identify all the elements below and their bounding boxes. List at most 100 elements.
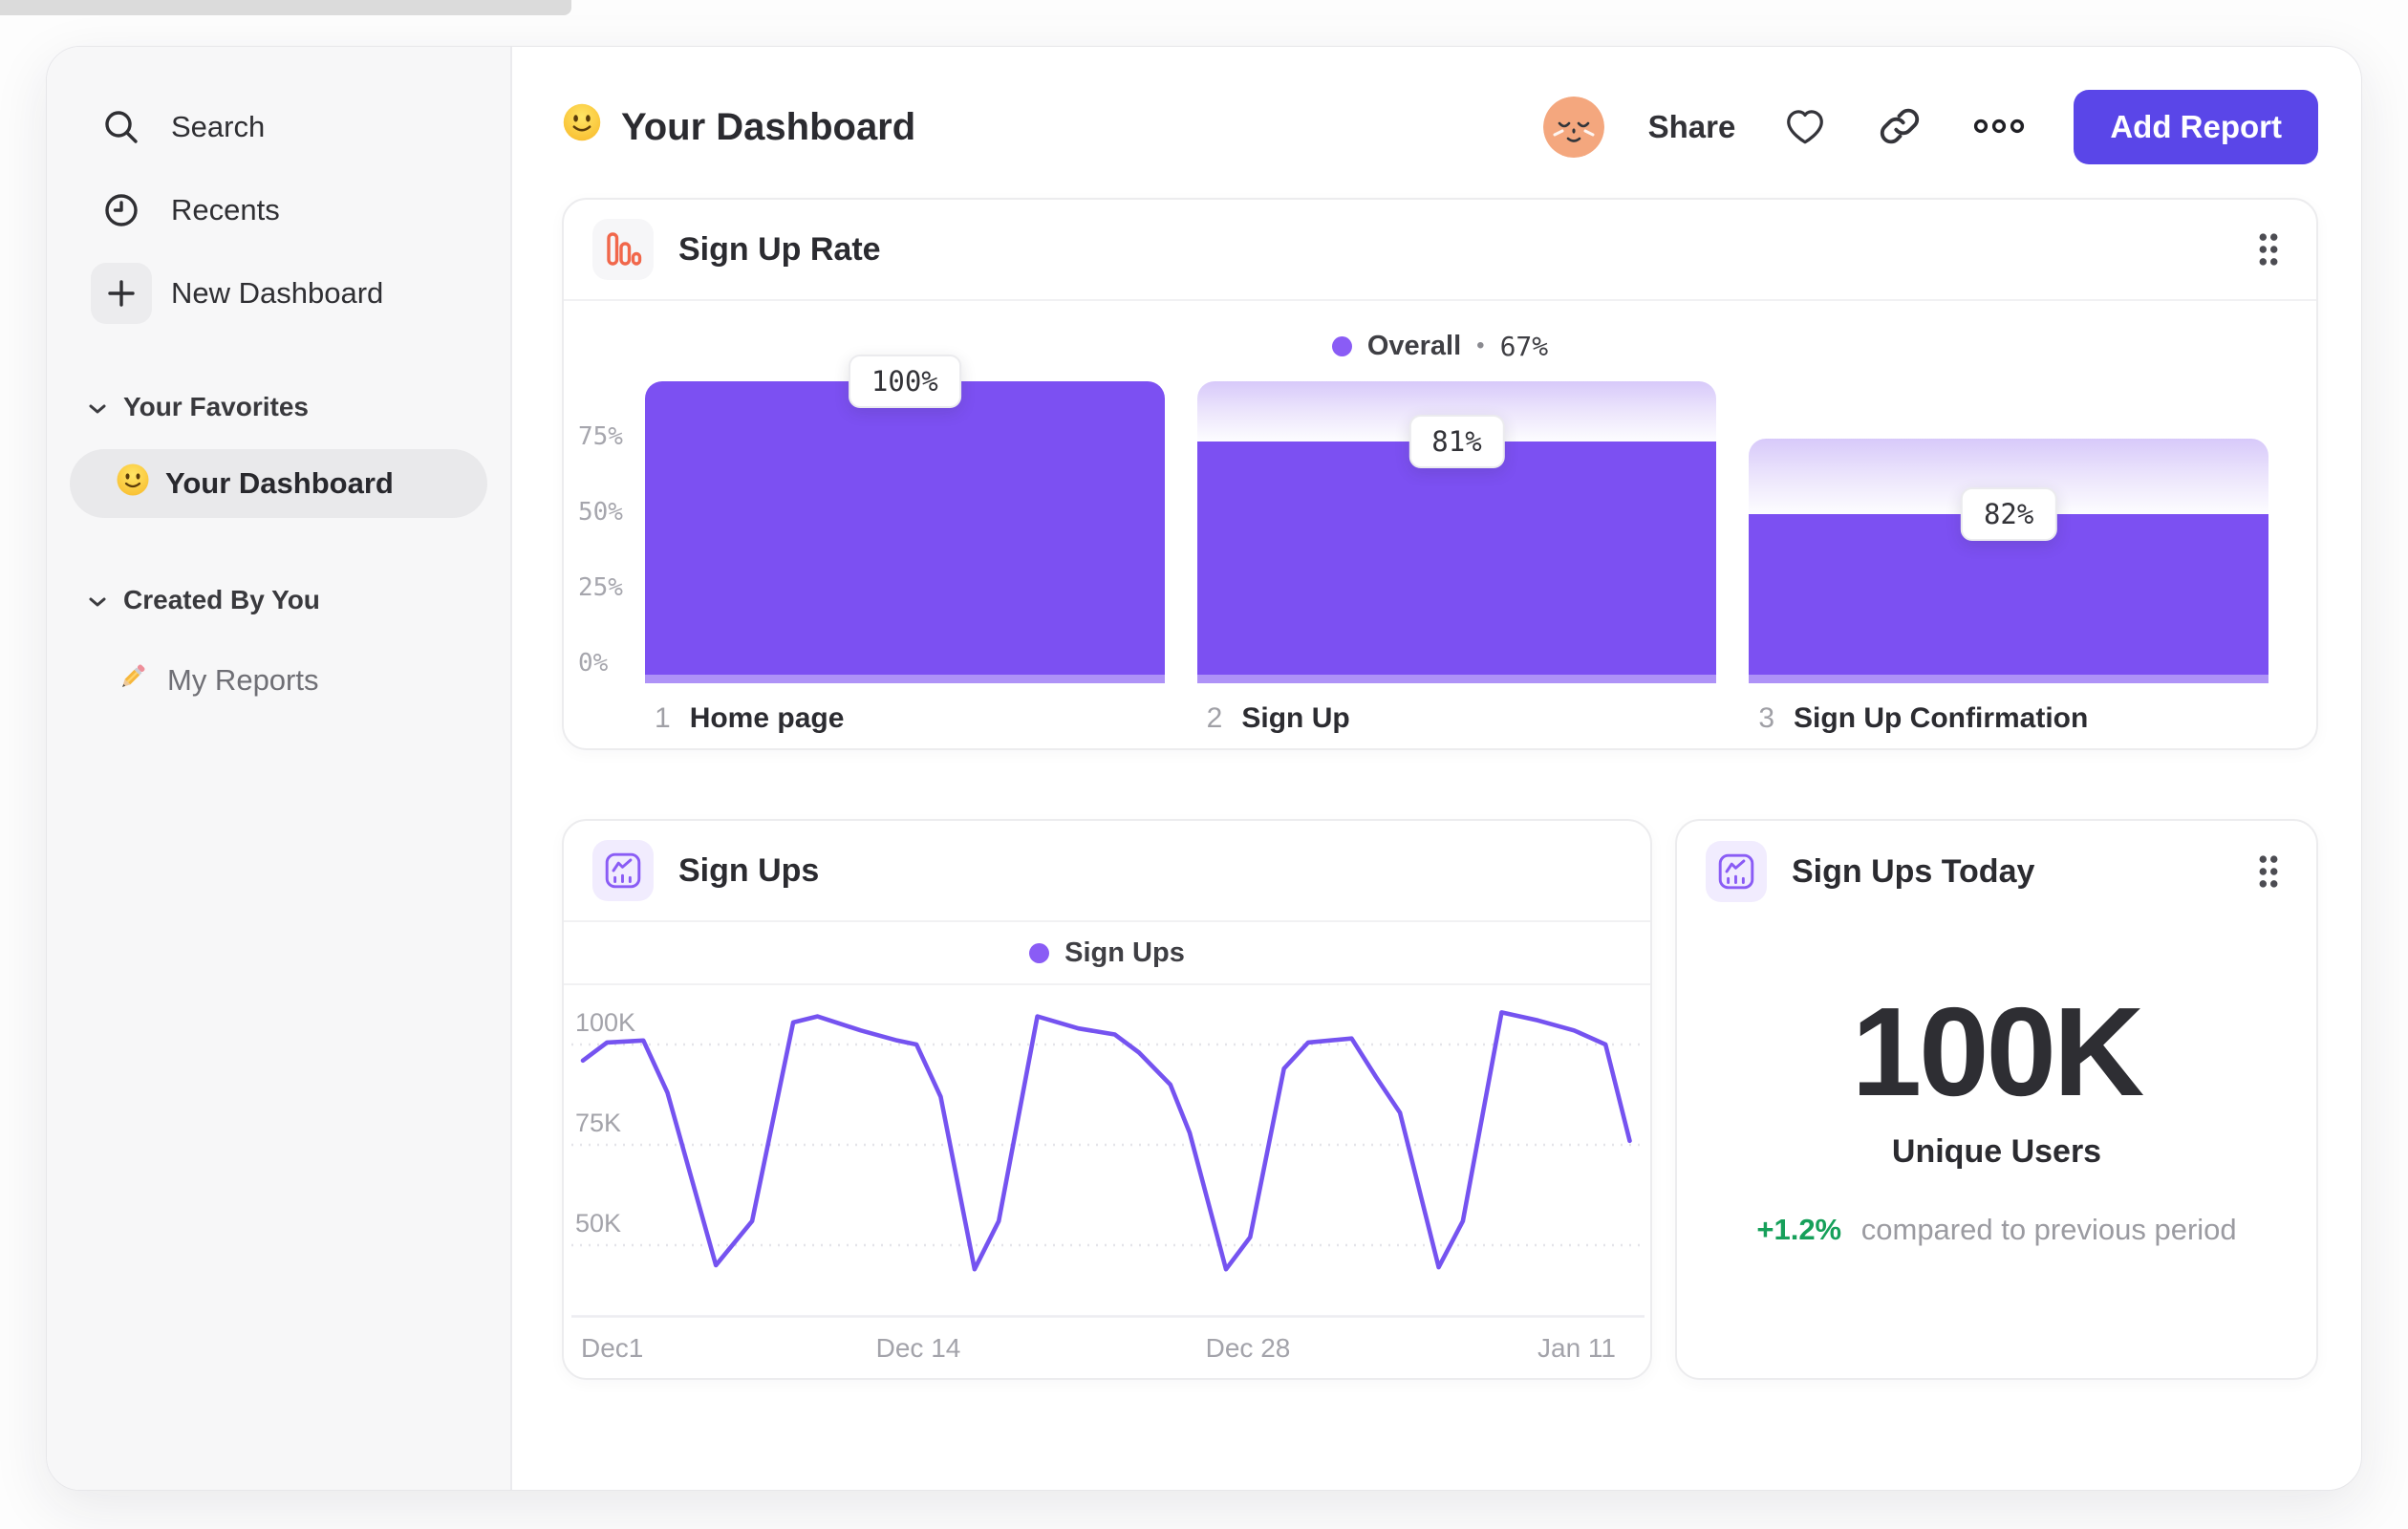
- more-options-button[interactable]: [1968, 114, 2030, 141]
- y-axis-tick: 50%: [578, 498, 623, 527]
- line-chart-icon: [592, 840, 654, 901]
- search-icon: [91, 97, 152, 158]
- legend-value: 67%: [1499, 330, 1549, 362]
- funnel-step-labels: 1 Home page 2 Sign Up 3 Sign Up Confirma…: [645, 702, 2268, 735]
- legend-dot: [1029, 942, 1050, 963]
- clock-icon: [91, 180, 152, 241]
- x-axis-tick: Dec 28: [1205, 1333, 1291, 1363]
- card-sign-ups-today: Sign Ups Today 100K Unique Users +1.2% c…: [1675, 819, 2318, 1380]
- report-title[interactable]: Sign Up Rate: [678, 231, 881, 269]
- plus-icon: [91, 262, 152, 324]
- ellipsis-icon: [1972, 118, 2026, 138]
- delta-note: compared to previous period: [1860, 1213, 2237, 1246]
- add-report-button[interactable]: Add Report: [2074, 90, 2318, 164]
- line-legend[interactable]: Sign Ups: [564, 922, 1650, 985]
- conversion-chip: 82%: [1960, 487, 2057, 542]
- step-name: Sign Up: [1241, 702, 1350, 734]
- signups-line-path: [580, 1010, 1632, 1272]
- chevron-down-icon: [87, 585, 108, 615]
- y-axis-tick: 100K: [575, 1008, 636, 1037]
- sidebar-item-label: Your Dashboard: [165, 466, 394, 500]
- funnel-plot-area: 75% 50% 25% 0% 100% 81% 82%: [578, 355, 2269, 683]
- copy-link-button[interactable]: [1875, 101, 1924, 154]
- line-plot-area: 100K 75K 50K: [571, 985, 1645, 1318]
- main-content: Your Dashboard Share Add Report Sign Up …: [512, 47, 2361, 1490]
- sidebar-item-recents[interactable]: Recents: [47, 168, 510, 251]
- x-axis-tick: Dec1: [581, 1333, 644, 1363]
- app-window: Search Recents New Dashboard Your Favori…: [46, 46, 2362, 1491]
- section-label: Created By You: [123, 585, 320, 614]
- sidebar-item-your-dashboard[interactable]: Your Dashboard: [70, 449, 487, 518]
- funnel-bar: [1749, 439, 2269, 683]
- sidebar-item-label: My Reports: [167, 663, 319, 697]
- heart-icon: [1783, 105, 1827, 150]
- page-title-text: Your Dashboard: [621, 105, 916, 148]
- y-axis-tick: 75%: [578, 422, 623, 451]
- header-actions: Share Add Report: [1542, 90, 2318, 164]
- avatar[interactable]: [1542, 97, 1604, 158]
- delta-value: +1.2%: [1756, 1213, 1842, 1246]
- metric-delta: +1.2% compared to previous period: [1677, 1213, 2316, 1247]
- funnel-bar-home-page[interactable]: 100%: [645, 355, 1165, 683]
- line-chart-icon: [1706, 841, 1767, 902]
- funnel-legend[interactable]: Overall • 67%: [564, 326, 2316, 366]
- funnel-bar-sign-up-confirmation[interactable]: 82%: [1749, 381, 2269, 683]
- funnel-chart-icon: [592, 219, 654, 280]
- share-button[interactable]: Share: [1648, 109, 1736, 145]
- section-label: Your Favorites: [123, 392, 309, 421]
- step-index: 2: [1206, 702, 1223, 734]
- link-icon: [1879, 105, 1921, 150]
- x-axis-tick: Dec 14: [875, 1333, 961, 1363]
- step-label: 1 Home page: [645, 702, 1165, 735]
- drag-handle-icon[interactable]: [2249, 225, 2288, 274]
- sidebar-item-new-dashboard[interactable]: New Dashboard: [47, 251, 510, 334]
- funnel-bar-solid: [645, 381, 1165, 683]
- sidebar-item-label: Search: [171, 109, 266, 143]
- card-header: Sign Ups Today: [1677, 821, 2316, 922]
- card-sign-up-rate: Sign Up Rate Overall • 67% 75% 50% 25% 0…: [562, 198, 2318, 750]
- favorite-button[interactable]: [1779, 101, 1831, 154]
- x-axis: Dec1 Dec 14 Dec 28 Jan 11: [571, 1318, 1643, 1373]
- chevron-down-icon: [87, 392, 108, 422]
- funnel-bar-sign-up[interactable]: 81%: [1196, 381, 1717, 683]
- metric-body: 100K Unique Users +1.2% compared to prev…: [1677, 980, 2316, 1247]
- legend-separator: •: [1476, 333, 1485, 358]
- dashboard-header: Your Dashboard Share Add Report: [562, 89, 2318, 165]
- cards-row: Sign Ups Sign Ups 100K 75K 50K Dec1 Dec …: [562, 819, 2318, 1380]
- card-header: Sign Up Rate: [564, 200, 2316, 301]
- legend-label: Sign Ups: [1064, 937, 1185, 968]
- metric-unit: Unique Users: [1891, 1133, 2102, 1170]
- step-index: 3: [1758, 702, 1775, 734]
- pencil-emoji-icon: [116, 659, 150, 701]
- page-title: Your Dashboard: [562, 102, 915, 152]
- sidebar-section-created-by-you[interactable]: Created By You: [47, 579, 510, 621]
- sign-ups-line-chart: [571, 1010, 1645, 1318]
- conversion-chip: 81%: [1408, 415, 1505, 469]
- y-axis-tick: 25%: [578, 573, 623, 602]
- metric-value: 100K: [1851, 981, 2145, 1122]
- smiley-emoji-icon: [116, 463, 150, 505]
- step-label: 2 Sign Up: [1197, 702, 1717, 735]
- step-name: Home page: [689, 702, 845, 734]
- step-label: 3 Sign Up Confirmation: [1749, 702, 2268, 735]
- sidebar-item-search[interactable]: Search: [47, 85, 510, 168]
- y-axis-tick: 75K: [575, 1109, 622, 1137]
- x-axis-tick: Jan 11: [1537, 1333, 1616, 1363]
- conversion-chip: 100%: [848, 355, 961, 408]
- background-window-edge: [0, 0, 571, 15]
- funnel-bar: [645, 381, 1165, 683]
- sidebar-item-my-reports[interactable]: My Reports: [47, 659, 510, 701]
- legend-label: Overall: [1366, 330, 1462, 361]
- step-name: Sign Up Confirmation: [1794, 702, 2089, 734]
- report-title[interactable]: Sign Ups: [678, 852, 819, 890]
- y-axis-tick: 0%: [578, 649, 609, 678]
- step-index: 1: [655, 702, 671, 734]
- card-header: Sign Ups: [564, 821, 1650, 922]
- sidebar: Search Recents New Dashboard Your Favori…: [47, 47, 512, 1490]
- sidebar-item-label: Recents: [171, 192, 280, 226]
- report-title[interactable]: Sign Ups Today: [1792, 853, 2034, 891]
- sidebar-section-your-favorites[interactable]: Your Favorites: [47, 386, 510, 428]
- funnel-bar-solid: [1196, 441, 1717, 683]
- drag-handle-icon[interactable]: [2249, 847, 2288, 896]
- smiley-emoji-icon: [562, 102, 602, 152]
